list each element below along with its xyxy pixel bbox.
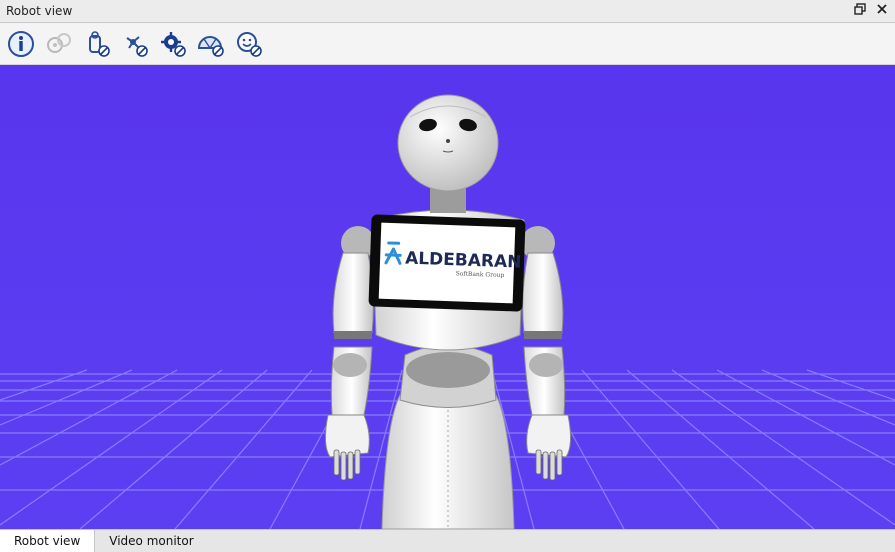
- robot-scene: ALDEBARAN SoftBank Group: [0, 94, 895, 529]
- joints-icon[interactable]: [44, 29, 74, 59]
- tab-robot-view[interactable]: Robot view: [0, 530, 96, 552]
- close-icon[interactable]: [875, 3, 889, 19]
- collision-icon[interactable]: [82, 29, 112, 59]
- info-icon[interactable]: [6, 29, 36, 59]
- robot-3d-viewport[interactable]: ALDEBARAN SoftBank Group: [0, 65, 895, 529]
- toolbar: [0, 23, 895, 65]
- bottom-tabbar: Robot view Video monitor: [0, 529, 895, 552]
- pepper-robot: ALDEBARAN SoftBank Group: [324, 94, 572, 529]
- sensors-icon[interactable]: [120, 29, 150, 59]
- settings-icon[interactable]: [158, 29, 188, 59]
- window-title: Robot view: [6, 4, 73, 18]
- tablet-brand: ALDEBARAN: [405, 249, 522, 273]
- restore-icon[interactable]: [853, 3, 867, 19]
- field-of-view-icon[interactable]: [196, 29, 226, 59]
- window-titlebar: Robot view: [0, 0, 895, 23]
- face-icon[interactable]: [234, 29, 264, 59]
- tab-video-monitor[interactable]: Video monitor: [95, 530, 207, 552]
